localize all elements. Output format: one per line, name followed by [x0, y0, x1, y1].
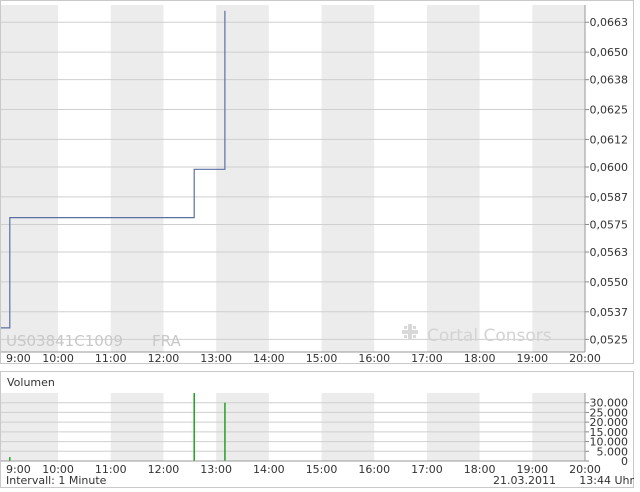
- price-y-tick-label: 0,0612: [590, 133, 629, 146]
- volume-x-tick-label: 15:00: [306, 463, 338, 476]
- volume-x-tick-label: 12:00: [148, 463, 180, 476]
- time-label: 13:44 Uhr: [579, 474, 634, 487]
- price-y-tick-label: 0,0550: [590, 276, 629, 289]
- price-y-tick-label: 0,0537: [590, 306, 629, 319]
- price-x-tick-label: 11:00: [95, 352, 127, 365]
- volume-x-tick-label: 13:00: [200, 463, 232, 476]
- price-x-tick-label: 10:00: [42, 352, 74, 365]
- price-x-tick-label: 13:00: [200, 352, 232, 365]
- price-stripes: [1, 5, 585, 352]
- price-x-tick-label: 15:00: [306, 352, 338, 365]
- price-x-tick-label: 17:00: [411, 352, 443, 365]
- date-label: 21.03.2011: [493, 474, 556, 487]
- price-y-tick-label: 0,0563: [590, 246, 629, 259]
- volume-title: Volumen: [7, 376, 55, 389]
- price-y-tick-label: 0,0650: [590, 46, 629, 59]
- volume-bar: [224, 402, 226, 461]
- price-x-tick-label: 9:00: [6, 352, 31, 365]
- price-y-tick-label: 0,0575: [590, 218, 629, 231]
- volume-bar: [193, 393, 195, 461]
- volume-bar: [9, 457, 11, 461]
- exchange-watermark: FRA: [152, 332, 181, 350]
- price-stripe: [321, 5, 375, 352]
- volume-y-tick-label: 30.000: [590, 397, 629, 410]
- volume-x-tick-label: 17:00: [411, 463, 443, 476]
- brand-watermark: Cortal Consors: [427, 326, 552, 346]
- price-y-tick-label: 0,0525: [590, 333, 629, 346]
- price-y-tick-label: 0,0663: [590, 16, 629, 29]
- price-stripe: [426, 5, 480, 352]
- interval-label: Intervall: 1 Minute: [6, 474, 107, 487]
- volume-x-tick-label: 18:00: [464, 463, 496, 476]
- price-y-tick-label: 0,0625: [590, 104, 629, 117]
- price-x-tick-label: 19:00: [516, 352, 548, 365]
- price-y-tick-label: 0,0638: [590, 74, 629, 87]
- volume-x-tick-label: 16:00: [358, 463, 390, 476]
- price-x-tick-label: 18:00: [464, 352, 496, 365]
- price-stripe: [532, 5, 585, 352]
- price-plot-area: [1, 5, 585, 352]
- price-x-tick-label: 20:00: [569, 352, 601, 365]
- price-x-tick-label: 14:00: [253, 352, 285, 365]
- instrument-watermark: US03841C1009: [6, 332, 123, 350]
- price-stripe: [110, 5, 164, 352]
- volume-x-tick-label: 14:00: [253, 463, 285, 476]
- price-x-tick-label: 16:00: [358, 352, 390, 365]
- price-stripe: [216, 5, 269, 352]
- price-y-tick-label: 0,0600: [590, 161, 629, 174]
- price-y-tick-label: 0,0587: [590, 191, 629, 204]
- stock-chart: US03841C1009 FRA Cortal Consors 0,0525 0,…: [0, 0, 634, 488]
- price-x-tick-label: 12:00: [148, 352, 180, 365]
- brand-logo-icon: [402, 324, 418, 340]
